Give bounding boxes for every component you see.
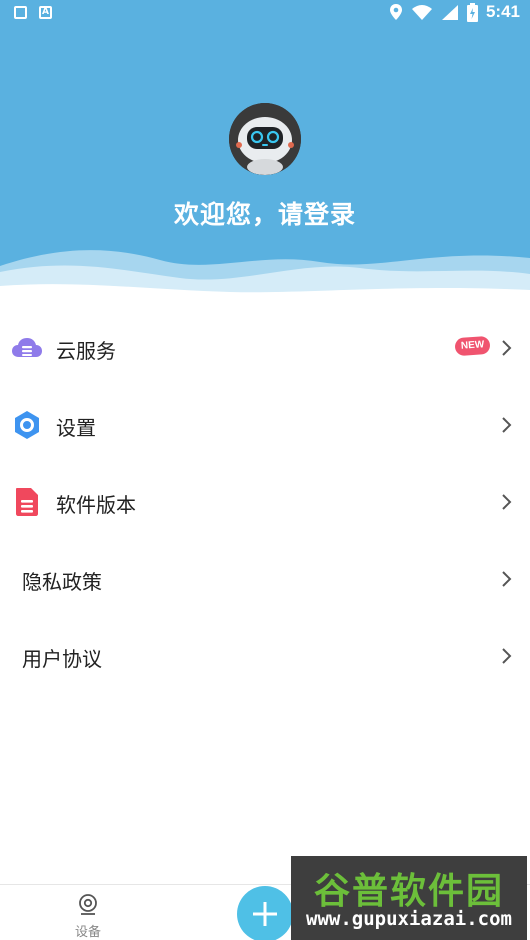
robot-avatar-icon bbox=[229, 103, 301, 175]
notification-icon bbox=[14, 6, 27, 19]
menu-item-label: 软件版本 bbox=[56, 493, 136, 517]
cloud-server-icon bbox=[12, 338, 42, 357]
watermark-overlay: 谷普软件园 www.gupuxiazai.com bbox=[291, 856, 527, 940]
hexagon-settings-icon bbox=[15, 411, 39, 439]
avatar[interactable] bbox=[229, 103, 301, 175]
tab-label: 设备 bbox=[74, 925, 101, 940]
menu-item-settings[interactable]: 设置 bbox=[0, 395, 530, 455]
chevron-right-icon bbox=[502, 494, 512, 510]
status-bar: A 5:41 bbox=[0, 0, 530, 28]
menu-item-user-agreement[interactable]: 用户协议 bbox=[0, 626, 530, 686]
tab-device[interactable]: 设备 bbox=[43, 885, 133, 940]
menu-item-software-version[interactable]: 软件版本 bbox=[0, 472, 530, 532]
menu-item-privacy-policy[interactable]: 隐私政策 bbox=[0, 549, 530, 609]
menu-item-label: 设置 bbox=[56, 416, 96, 440]
location-icon bbox=[389, 4, 402, 20]
keyboard-a-icon: A bbox=[39, 6, 52, 19]
signal-icon bbox=[441, 4, 458, 20]
battery-charging-icon bbox=[466, 2, 478, 22]
device-icon bbox=[79, 894, 97, 915]
add-device-button[interactable] bbox=[237, 886, 293, 940]
document-icon bbox=[16, 488, 38, 516]
menu-item-label: 隐私政策 bbox=[22, 570, 102, 594]
watermark-url: www.gupuxiazai.com bbox=[306, 908, 512, 930]
watermark-title: 谷普软件园 bbox=[313, 871, 504, 912]
menu-item-label: 用户协议 bbox=[22, 647, 102, 671]
profile-header: A 5:41 欢迎您，请登录 bbox=[0, 0, 530, 300]
chevron-right-icon bbox=[502, 648, 512, 664]
chevron-right-icon bbox=[502, 417, 512, 433]
chevron-right-icon bbox=[502, 340, 512, 356]
wifi-icon bbox=[411, 4, 432, 20]
wave-decoration bbox=[0, 250, 530, 300]
status-time: 5:41 bbox=[485, 2, 520, 21]
plus-icon bbox=[253, 902, 277, 926]
menu-item-cloud-service[interactable]: 云服务 NEW bbox=[0, 318, 530, 378]
new-badge: NEW bbox=[454, 335, 491, 357]
chevron-right-icon bbox=[502, 571, 512, 587]
menu-item-label: 云服务 bbox=[56, 339, 116, 363]
login-prompt[interactable]: 欢迎您，请登录 bbox=[0, 195, 530, 231]
